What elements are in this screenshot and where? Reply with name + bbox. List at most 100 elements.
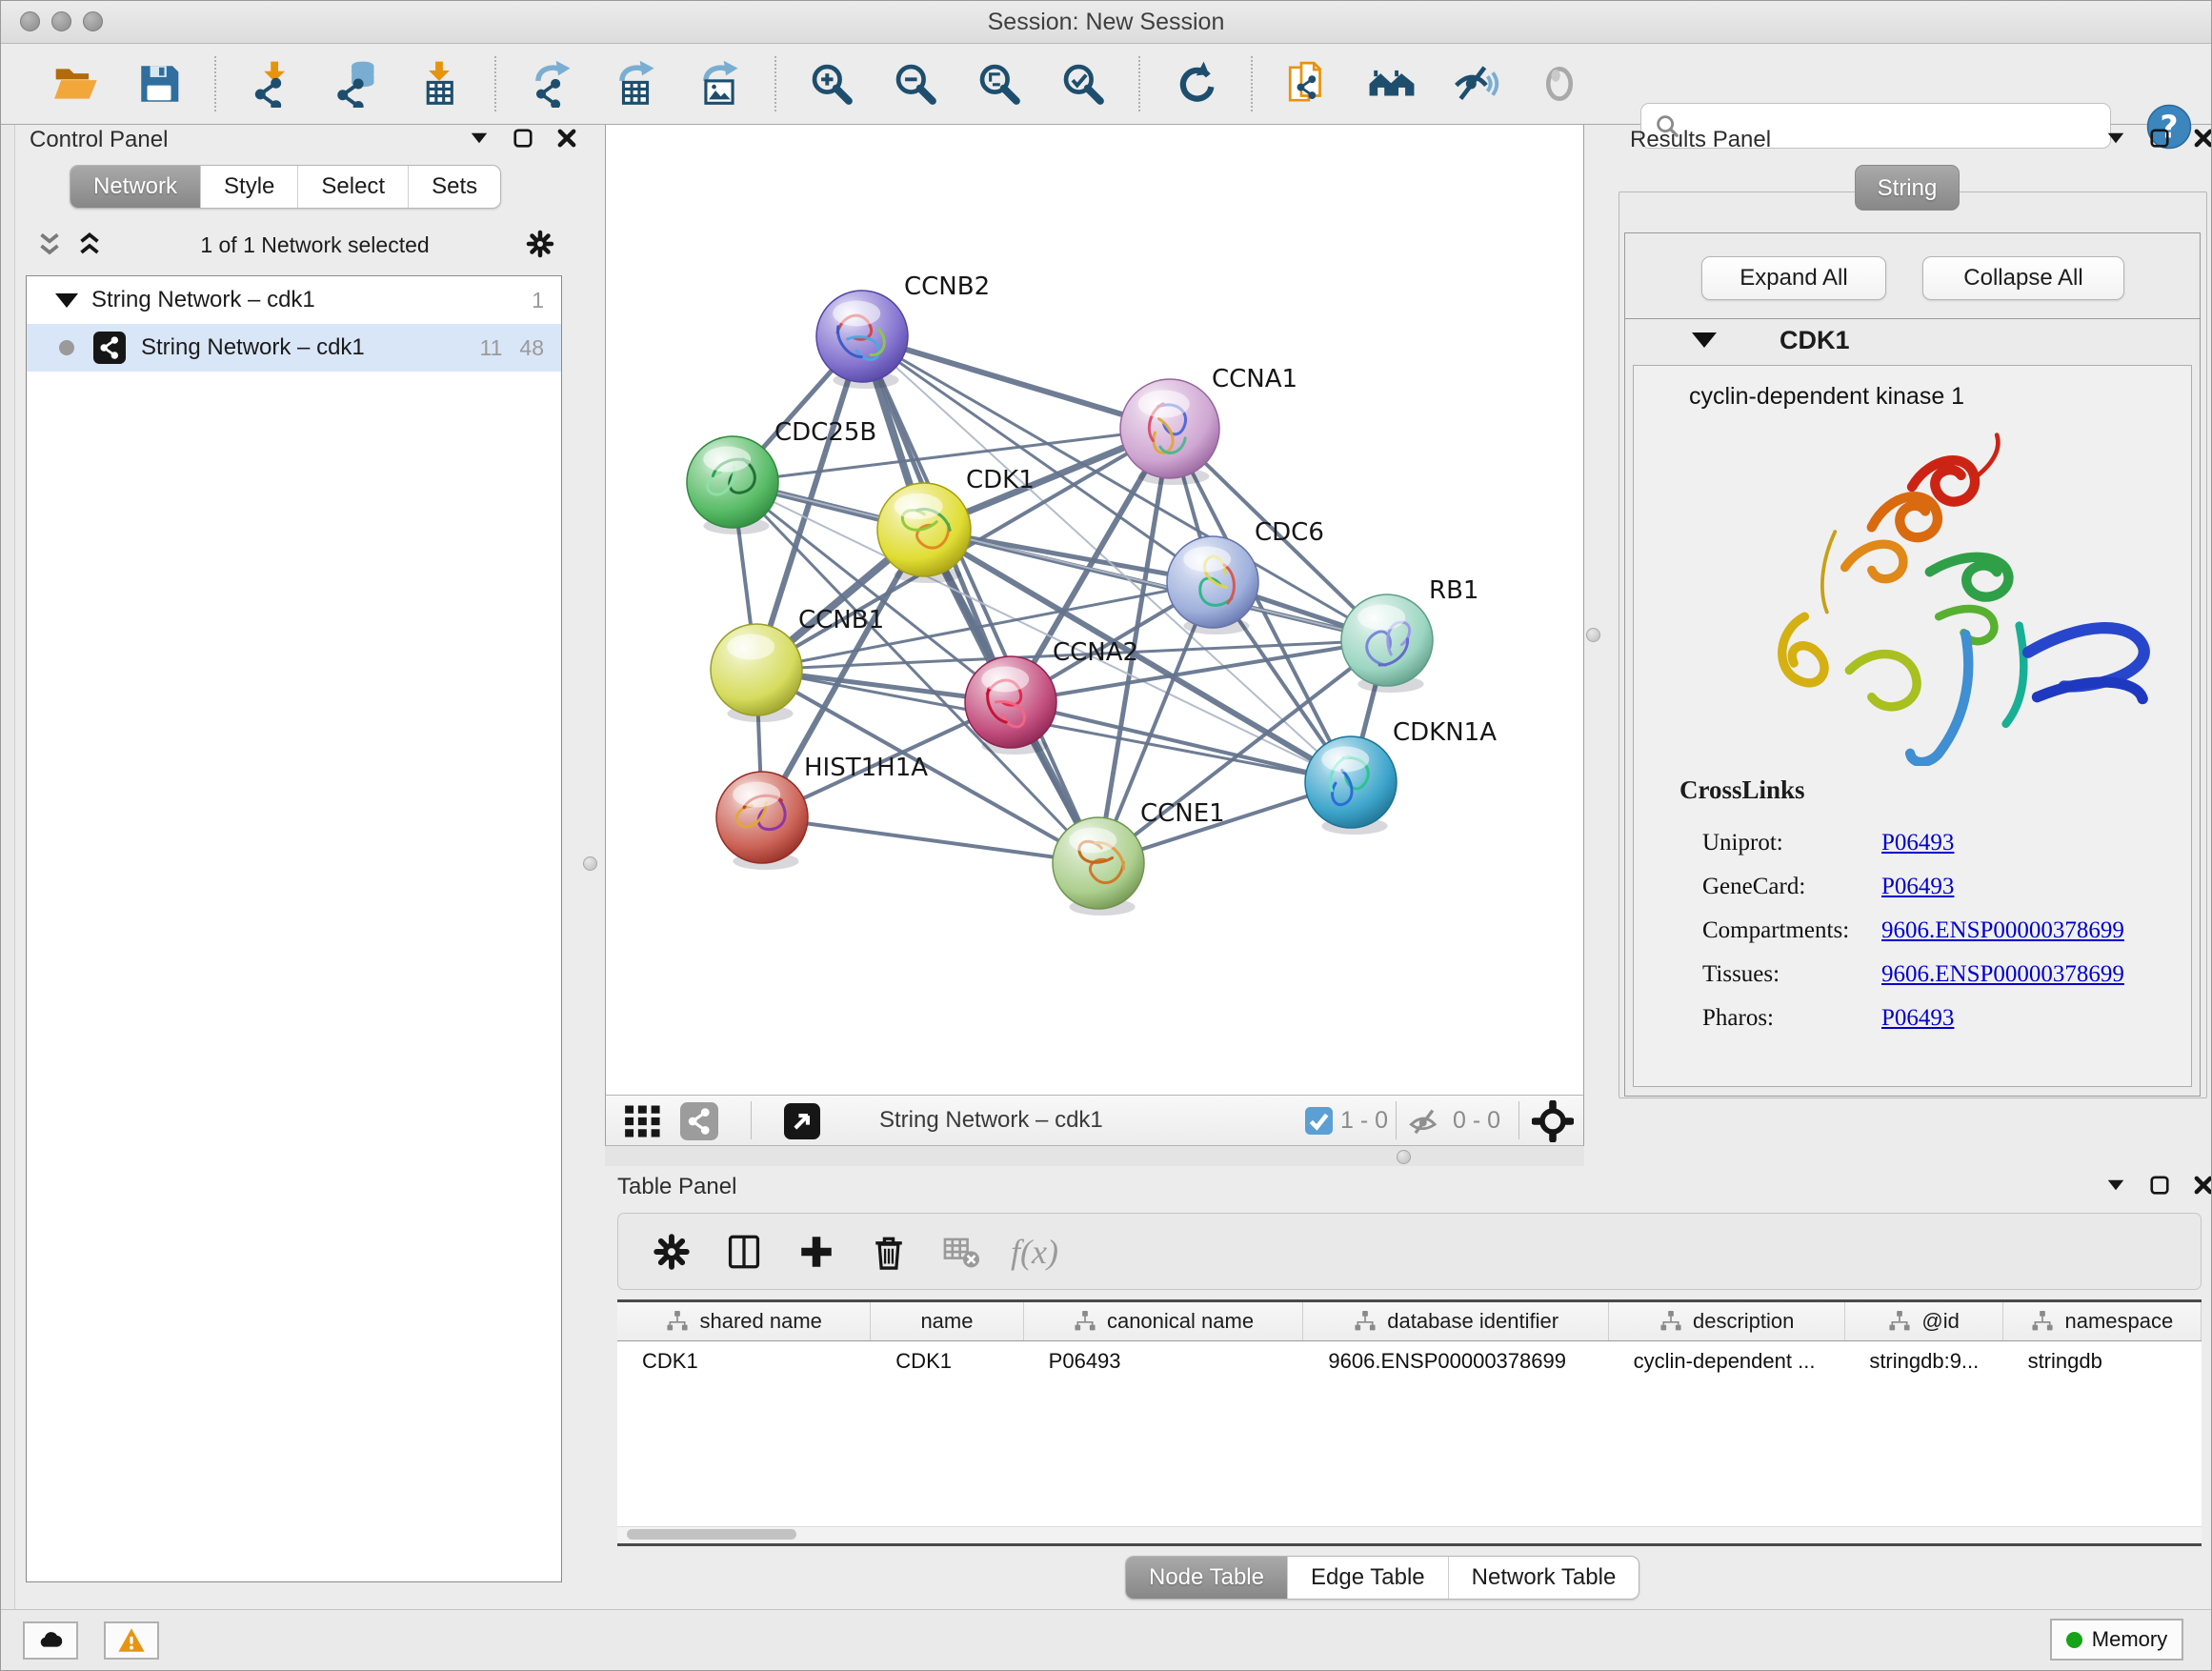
- collapse-all-networks-icon[interactable]: [33, 229, 66, 261]
- column-header-canonical-name[interactable]: canonical name: [1024, 1302, 1304, 1340]
- panel-close-icon[interactable]: [2192, 1174, 2212, 1197]
- expand-all-networks-icon[interactable]: [73, 229, 106, 261]
- table-cell[interactable]: P06493: [1024, 1341, 1304, 1381]
- toolbar-separator: [214, 56, 216, 111]
- import-network-icon[interactable]: [240, 52, 303, 115]
- warning-icon[interactable]: [104, 1621, 159, 1660]
- selected-checkbox-icon[interactable]: [1305, 1107, 1333, 1135]
- network-canvas[interactable]: CCNB2CCNA1CDC25BCDK1CDC6RB1CCNB1CCNA2CDK…: [605, 125, 1584, 1095]
- panel-menu-icon[interactable]: [2104, 1174, 2127, 1197]
- tab-edge-table[interactable]: Edge Table: [1287, 1557, 1448, 1599]
- panel-float-icon[interactable]: [2148, 1174, 2171, 1197]
- table-settings-icon[interactable]: [647, 1227, 696, 1277]
- tab-style[interactable]: Style: [200, 166, 297, 208]
- crosslink-link[interactable]: P06493: [1881, 874, 1954, 900]
- table-cell[interactable]: cyclin-dependent ...: [1609, 1341, 1845, 1381]
- panel-float-icon[interactable]: [2148, 127, 2171, 150]
- delete-column-icon[interactable]: [864, 1227, 914, 1277]
- function-builder-icon[interactable]: f(x): [1011, 1232, 1058, 1272]
- column-header-database-identifier[interactable]: database identifier: [1303, 1302, 1608, 1340]
- zoom-out-icon[interactable]: [884, 52, 947, 115]
- table-cell[interactable]: CDK1: [871, 1341, 1023, 1381]
- open-session-icon[interactable]: [44, 52, 107, 115]
- collapse-all-button[interactable]: Collapse All: [1922, 256, 2124, 300]
- tab-node-table[interactable]: Node Table: [1126, 1557, 1287, 1599]
- panel-close-icon[interactable]: [555, 127, 578, 150]
- network-node-CDC6[interactable]: CDC6: [1167, 518, 1324, 634]
- clear-table-icon[interactable]: [936, 1227, 986, 1277]
- panel-splitter-horizontal[interactable]: [605, 1146, 1584, 1166]
- network-status-dot: [59, 340, 74, 355]
- panel-float-icon[interactable]: [512, 127, 534, 150]
- home-pair-icon[interactable]: [1360, 52, 1423, 115]
- panel-menu-icon[interactable]: [2104, 127, 2127, 150]
- column-header-shared-name[interactable]: shared name: [617, 1302, 871, 1340]
- protein-section-header[interactable]: CDK1: [1625, 319, 2200, 361]
- network-node-RB1[interactable]: RB1: [1341, 576, 1478, 693]
- zoom-in-icon[interactable]: [800, 52, 863, 115]
- network-edge[interactable]: [762, 817, 1098, 863]
- zoom-fit-icon[interactable]: [968, 52, 1031, 115]
- export-network-icon[interactable]: [520, 52, 583, 115]
- panel-close-icon[interactable]: [2192, 127, 2212, 150]
- columns-icon[interactable]: [719, 1227, 769, 1277]
- tab-select[interactable]: Select: [297, 166, 408, 208]
- collapse-triangle-icon[interactable]: [55, 293, 78, 308]
- collapse-triangle-icon[interactable]: [1692, 332, 1717, 348]
- table-cell[interactable]: stringdb: [2003, 1341, 2202, 1381]
- network-edge[interactable]: [862, 336, 1098, 863]
- tab-network-table[interactable]: Network Table: [1448, 1557, 1639, 1599]
- add-column-icon[interactable]: [792, 1227, 841, 1277]
- export-image-icon[interactable]: [688, 52, 751, 115]
- table-cell[interactable]: CDK1: [617, 1341, 871, 1381]
- network-node-CCNB2[interactable]: CCNB2: [816, 272, 990, 389]
- table-row[interactable]: CDK1CDK1P064939606.ENSP00000378699cyclin…: [617, 1341, 2202, 1381]
- column-header-name[interactable]: name: [871, 1302, 1023, 1340]
- column-header--id[interactable]: @id: [1845, 1302, 2003, 1340]
- crosslink-link[interactable]: 9606.ENSP00000378699: [1881, 917, 2124, 944]
- tab-network[interactable]: Network: [70, 166, 200, 208]
- column-header-namespace[interactable]: namespace: [2003, 1302, 2202, 1340]
- crosslink-link[interactable]: P06493: [1881, 830, 1954, 856]
- export-table-icon[interactable]: [604, 52, 667, 115]
- column-header-description[interactable]: description: [1609, 1302, 1845, 1340]
- crosslink-link[interactable]: 9606.ENSP00000378699: [1881, 961, 2124, 988]
- results-panel-title: Results Panel: [1630, 127, 1771, 153]
- memory-button[interactable]: Memory: [2050, 1619, 2183, 1661]
- share-document-icon[interactable]: [1277, 52, 1339, 115]
- network-collection-row[interactable]: String Network – cdk1 1: [27, 276, 561, 324]
- table-cell[interactable]: stringdb:9...: [1844, 1341, 2002, 1381]
- splitter-knob-bottom[interactable]: [1397, 1150, 1411, 1164]
- zoom-selected-icon[interactable]: [1052, 52, 1115, 115]
- network-node-CDKN1A[interactable]: CDKN1A: [1305, 718, 1497, 835]
- tab-sets[interactable]: Sets: [408, 166, 500, 208]
- network-row-selected[interactable]: String Network – cdk1 11 48: [27, 324, 561, 372]
- network-row-label: String Network – cdk1: [141, 334, 480, 361]
- expand-all-button[interactable]: Expand All: [1701, 256, 1886, 300]
- hide-panels-icon[interactable]: [1444, 52, 1507, 115]
- table-horizontal-scrollbar[interactable]: [617, 1526, 2202, 1546]
- hidden-eye-slash-icon[interactable]: [1408, 1105, 1442, 1139]
- splitter-knob-right[interactable]: [1586, 628, 1600, 642]
- network-share-badge-icon[interactable]: [680, 1102, 718, 1140]
- cloud-icon[interactable]: [23, 1621, 78, 1660]
- import-table-icon[interactable]: [408, 52, 471, 115]
- table-cell[interactable]: 9606.ENSP00000378699: [1303, 1341, 1608, 1381]
- network-edge[interactable]: [1011, 702, 1351, 782]
- network-options-gear-icon[interactable]: [524, 229, 556, 261]
- column-header-label: canonical name: [1107, 1309, 1254, 1334]
- splitter-knob-left[interactable]: [583, 856, 597, 871]
- title-bar: Session: New Session: [1, 1, 2211, 44]
- crosslink-link[interactable]: P06493: [1881, 1005, 1954, 1032]
- network-node-HIST1H1A[interactable]: HIST1H1A: [716, 754, 928, 870]
- show-panels-icon[interactable]: [1528, 52, 1591, 115]
- birds-eye-grid-icon[interactable]: [621, 1100, 663, 1142]
- refresh-layout-icon[interactable]: [1164, 52, 1227, 115]
- scrollbar-thumb[interactable]: [627, 1529, 796, 1540]
- open-view-external-icon[interactable]: [784, 1103, 820, 1139]
- save-session-icon[interactable]: [128, 52, 191, 115]
- results-tab-string[interactable]: String: [1855, 165, 1960, 211]
- panel-menu-icon[interactable]: [468, 127, 491, 150]
- import-database-icon[interactable]: [324, 52, 387, 115]
- fit-target-icon[interactable]: [1532, 1100, 1574, 1142]
